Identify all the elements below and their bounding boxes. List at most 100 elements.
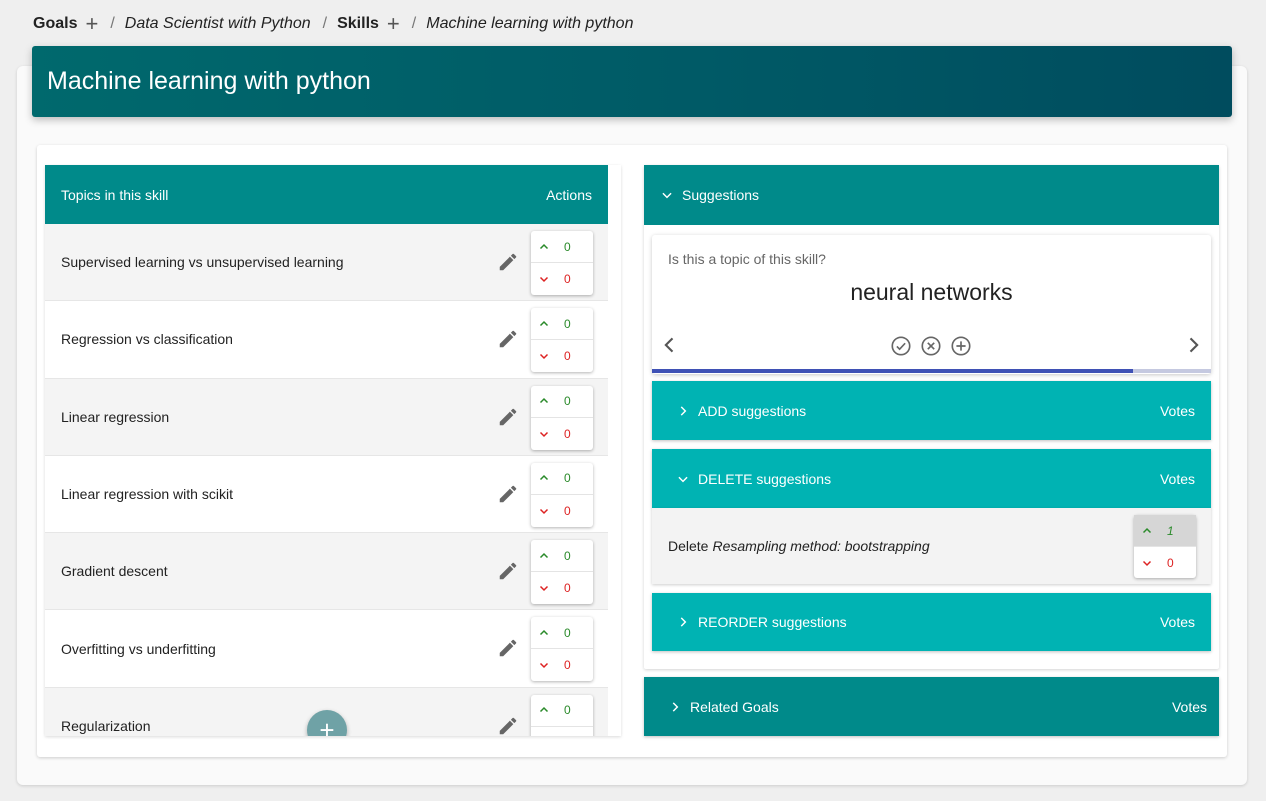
downvote-button[interactable]: 0 [531,340,593,372]
upvote-button[interactable]: 0 [531,463,593,495]
chevron-up-icon [539,243,549,249]
upvote-count: 1 [1167,523,1174,538]
reorder-suggestions-header[interactable]: REORDER suggestions Votes [652,593,1211,651]
topic-label: Linear regression [61,408,170,425]
breadcrumb-goal-link[interactable]: Data Scientist with Python [125,15,311,33]
vote-box: 0 0 [531,231,593,295]
add-skill-icon[interactable]: + [387,13,400,35]
topics-list: Supervised learning vs unsupervised lear… [45,224,621,736]
vote-box: 0 0 [531,540,593,605]
cancel-circle-icon[interactable] [920,335,942,357]
question-label: Is this a topic of this skill? [668,251,826,267]
downvote-count: 0 [564,426,571,441]
downvote-button[interactable]: 0 [531,263,593,295]
chevron-right-icon[interactable] [1183,335,1203,355]
pencil-icon[interactable] [497,715,519,736]
vote-box: 1 0 [1134,515,1196,578]
upvote-button[interactable]: 0 [531,617,593,650]
upvote-count: 0 [564,703,571,718]
downvote-count: 0 [564,349,571,364]
votes-label: Votes [1159,402,1195,419]
chevron-down-icon [539,586,549,592]
breadcrumb-goals-link[interactable]: Goals [33,15,77,33]
upvote-button[interactable]: 0 [531,695,593,727]
upvote-count: 0 [564,625,571,640]
chevron-down-icon [1142,560,1152,567]
upvote-button[interactable]: 0 [531,386,593,418]
topic-row[interactable]: Supervised learning vs unsupervised lear… [45,224,608,302]
vote-box: 0 0 [531,308,593,373]
downvote-count: 0 [564,272,571,286]
downvote-button[interactable]: 0 [531,649,593,681]
chevron-right-icon [680,617,687,627]
topic-label: Regularization [61,717,151,734]
downvote-button[interactable]: 0 [1134,547,1196,579]
downvote-button[interactable]: 0 [531,418,593,450]
downvote-button[interactable]: 0 [531,727,593,737]
upvote-button[interactable]: 0 [531,231,593,263]
votes-label: Votes [1171,698,1207,715]
page-title: Machine learning with python [47,67,371,95]
pencil-icon[interactable] [497,637,519,659]
delete-prefix: Delete [668,538,709,554]
chevron-up-icon [539,320,549,326]
upvote-count: 0 [564,394,571,409]
breadcrumb-skills-link[interactable]: Skills [337,15,379,33]
topic-row[interactable]: Gradient descent 0 0 [45,533,608,611]
topic-row[interactable]: Regression vs classification 0 0 [45,301,608,379]
related-goals-label: Related Goals [690,698,779,715]
add-suggestions-header[interactable]: ADD suggestions Votes [652,381,1211,440]
add-goal-icon[interactable]: + [85,13,98,35]
topic-label: Regression vs classification [61,331,233,348]
topic-label: Gradient descent [61,563,168,580]
suggestions-header[interactable]: Suggestions [644,165,1219,225]
reorder-suggestions-label: REORDER suggestions [698,614,847,630]
votes-label: Votes [1159,470,1195,487]
chevron-down-icon [539,354,549,360]
downvote-count: 0 [564,658,571,673]
chevron-up-icon [539,552,549,558]
check-circle-icon[interactable] [890,335,912,357]
chevron-down-icon [539,508,549,514]
chevron-up-icon [539,398,549,404]
chevron-down-icon [539,663,549,669]
downvote-button[interactable]: 0 [531,495,593,527]
topic-row[interactable]: Overfitting vs underfitting 0 0 [45,610,608,688]
votes-label: Votes [1159,614,1195,630]
related-goals-header[interactable]: Related Goals Votes [644,677,1219,736]
suggestions-header-label: Suggestions [682,187,760,203]
progress-fill [652,369,1133,373]
pencil-icon[interactable] [497,328,519,350]
delete-suggestions-label: DELETE suggestions [698,470,832,487]
upvote-button[interactable]: 0 [531,540,593,573]
breadcrumb-current-skill: Machine learning with python [426,15,634,32]
chevron-up-icon [539,707,549,713]
suggestion-progress-bar [652,369,1211,373]
upvote-count: 0 [564,548,571,563]
vote-box: 0 0 [531,617,593,682]
upvote-button[interactable]: 0 [531,308,593,341]
chevron-right-icon [680,405,687,416]
chevron-down-icon [539,276,549,283]
topics-header: Topics in this skill Actions [45,165,608,224]
delete-suggestions-header[interactable]: DELETE suggestions Votes [652,449,1211,508]
pencil-icon[interactable] [497,251,519,273]
add-circle-icon[interactable] [950,335,972,357]
suggestions-panel: Suggestions Is this a topic of this skil… [644,165,1219,669]
topic-row[interactable]: Linear regression with scikit 0 0 [45,455,608,534]
suggested-topic: neural networks [850,279,1013,305]
title-bar: Machine learning with python [32,46,1232,117]
delete-suggestion-item: Delete Resampling method: bootstrapping … [652,508,1211,584]
chevron-left-icon[interactable] [660,335,680,355]
pencil-icon[interactable] [497,560,519,582]
pencil-icon[interactable] [497,483,519,505]
vote-box: 0 0 [531,694,593,737]
chevron-down-icon [539,431,549,437]
topic-row[interactable]: Linear regression 0 0 [45,378,608,456]
upvote-count: 0 [564,471,571,486]
breadcrumb-separator: / [110,15,115,32]
pencil-icon[interactable] [497,406,519,428]
delete-target: Resampling method: bootstrapping [712,538,930,554]
downvote-button[interactable]: 0 [531,572,593,604]
upvote-button[interactable]: 1 [1134,515,1196,547]
